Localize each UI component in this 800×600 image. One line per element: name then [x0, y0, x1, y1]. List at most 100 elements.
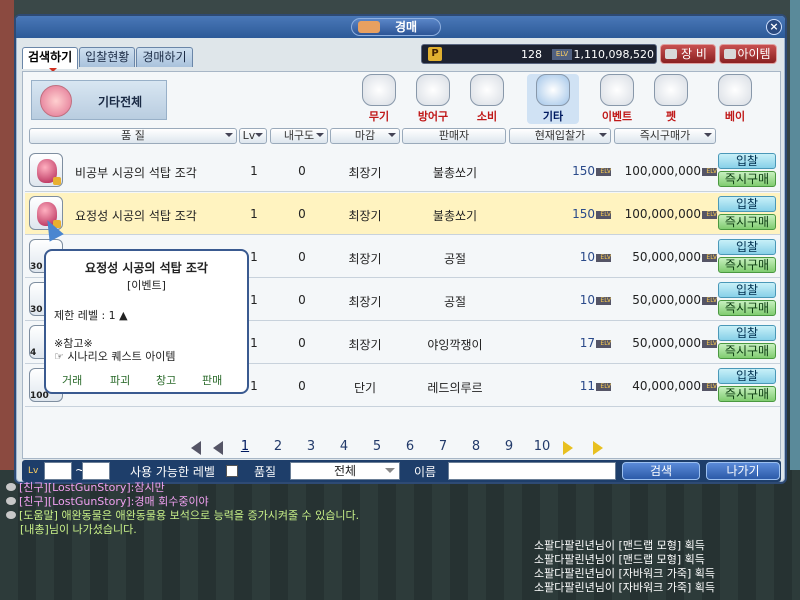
level-max-input[interactable] — [82, 462, 110, 480]
category-etc[interactable]: 기타 — [527, 74, 579, 124]
page-link[interactable]: 8 — [466, 439, 486, 454]
title-bar[interactable]: 경매 × — [16, 16, 785, 38]
category-consumable[interactable]: 소비 — [461, 74, 513, 124]
page-link[interactable]: 6 — [400, 439, 420, 454]
item-button[interactable]: 아이템 — [719, 44, 777, 64]
chevron-down-icon — [599, 133, 607, 141]
name-label: 이름 — [414, 465, 437, 479]
exit-button[interactable]: 나가기 — [706, 462, 780, 480]
quality-select[interactable]: 전체 — [290, 462, 400, 480]
current-category: 기타전체 — [31, 80, 167, 120]
close-button[interactable]: × — [766, 19, 782, 35]
item-lv: 1 — [250, 336, 258, 350]
item-durability: 0 — [298, 250, 306, 264]
item-buyout: 50,000,000 — [632, 293, 701, 307]
item-count-badge: 30 — [30, 262, 43, 272]
tab-bid-status[interactable]: 입찰현황 — [79, 47, 136, 67]
column-lv[interactable]: Lv — [239, 128, 267, 144]
category-bay[interactable]: 베이 — [709, 74, 761, 124]
next-page-icon[interactable] — [563, 441, 573, 455]
bid-button[interactable]: 입찰 — [718, 325, 776, 341]
category-pet[interactable]: 펫 — [645, 74, 697, 124]
bid-button[interactable]: 입찰 — [718, 153, 776, 169]
category-weapon-label: 무기 — [368, 110, 390, 123]
page-link[interactable]: 4 — [334, 439, 354, 454]
column-quality-label: 품 질 — [121, 129, 145, 142]
item-bid: 11 — [579, 379, 595, 393]
usable-level-label: 사용 가능한 레벨 — [130, 465, 215, 479]
tab-search[interactable]: 검색하기 — [22, 47, 79, 72]
column-bid-price[interactable]: 현재입찰가 — [509, 128, 611, 144]
bid-button[interactable]: 입찰 — [718, 239, 776, 255]
chevron-down-icon — [225, 133, 233, 141]
item-count-badge: 30 — [30, 305, 43, 315]
buyout-button[interactable]: 즉시구매 — [718, 343, 776, 359]
buyout-button[interactable]: 즉시구매 — [718, 386, 776, 402]
item-button-label: 아이템 — [737, 47, 771, 61]
friend-chat-icon — [6, 497, 16, 505]
item-seller: 불총쏘기 — [432, 166, 478, 180]
column-lv-label: Lv — [242, 129, 256, 142]
usable-level-checkbox[interactable] — [226, 465, 238, 477]
page-link[interactable]: 9 — [499, 439, 519, 454]
page-link[interactable]: 1 — [235, 439, 255, 454]
item-deadline: 최장기 — [348, 166, 382, 180]
window-title: 경매 — [394, 20, 418, 34]
item-durability: 0 — [298, 164, 306, 178]
level-min-input[interactable] — [44, 462, 72, 480]
lock-icon — [53, 177, 61, 185]
page-link[interactable]: 3 — [301, 439, 321, 454]
page-link[interactable]: 2 — [268, 439, 288, 454]
item-durability: 0 — [298, 207, 306, 221]
pc-icon: P — [428, 47, 442, 61]
item-lv: 1 — [250, 207, 258, 221]
meso-icon: ELV — [552, 49, 572, 60]
potion-icon — [470, 74, 504, 106]
item-deadline: 최장기 — [348, 295, 382, 309]
bid-button[interactable]: 입찰 — [718, 282, 776, 298]
buyout-button[interactable]: 즉시구매 — [718, 257, 776, 273]
category-armor[interactable]: 방어구 — [407, 74, 459, 124]
category-weapon[interactable]: 무기 — [353, 74, 405, 124]
meso-icon: ELV — [702, 167, 717, 176]
page-link[interactable]: 10 — [532, 439, 552, 454]
bid-button[interactable]: 입찰 — [718, 368, 776, 384]
column-durability[interactable]: 내구도 — [270, 128, 328, 144]
column-deadline[interactable]: 마감 — [330, 128, 400, 144]
tooltip-title: 요정성 시공의 석탑 조각 — [85, 261, 208, 275]
search-button[interactable]: 검색 — [622, 462, 700, 480]
buyout-button[interactable]: 즉시구매 — [718, 214, 776, 230]
buyout-button[interactable]: 즉시구매 — [718, 300, 776, 316]
loot-log-line: 소팔다팔린년님이 [자바워크 가죽] 획득 — [534, 581, 715, 594]
item-name: 비공부 시공의 석탑 조각 — [75, 166, 197, 180]
page-link[interactable]: 7 — [433, 439, 453, 454]
item-lv: 1 — [250, 293, 258, 307]
event-tag-icon — [600, 74, 634, 106]
table-row[interactable]: 비공부 시공의 석탑 조각 1 0 최장기 불총쏘기 150 ELV 100,00… — [25, 150, 780, 192]
meso-icon: ELV — [596, 167, 611, 176]
page-link[interactable]: 5 — [367, 439, 387, 454]
tab-auction[interactable]: 경매하기 — [136, 47, 193, 67]
meso-icon: ELV — [702, 382, 717, 391]
pagination: 1 2 3 4 5 6 7 8 9 10 — [183, 439, 623, 457]
armor-icon — [416, 74, 450, 106]
column-seller[interactable]: 판매자 — [402, 128, 506, 144]
meso-icon: ELV — [702, 339, 717, 348]
last-page-icon[interactable] — [593, 441, 603, 455]
bid-button[interactable]: 입찰 — [718, 196, 776, 212]
table-row[interactable]: 요정성 시공의 석탑 조각 1 0 최장기 불총쏘기 150 ELV 100,00… — [25, 193, 780, 235]
category-event[interactable]: 이벤트 — [591, 74, 643, 124]
buyout-button[interactable]: 즉시구매 — [718, 171, 776, 187]
column-quality[interactable]: 품 질 — [29, 128, 237, 144]
prev-page-icon[interactable] — [213, 441, 223, 455]
meso-icon: ELV — [596, 253, 611, 262]
etc-bag-icon — [536, 74, 570, 106]
item-deadline: 단기 — [353, 381, 377, 395]
equip-button[interactable]: 장 비 — [660, 44, 716, 64]
item-icon — [724, 49, 736, 59]
item-name: 요정성 시공의 석탑 조각 — [75, 209, 197, 223]
name-search-input[interactable] — [448, 462, 616, 480]
equip-icon — [665, 49, 677, 59]
column-buyout[interactable]: 즉시구매가 — [614, 128, 716, 144]
first-page-icon[interactable] — [191, 441, 201, 455]
